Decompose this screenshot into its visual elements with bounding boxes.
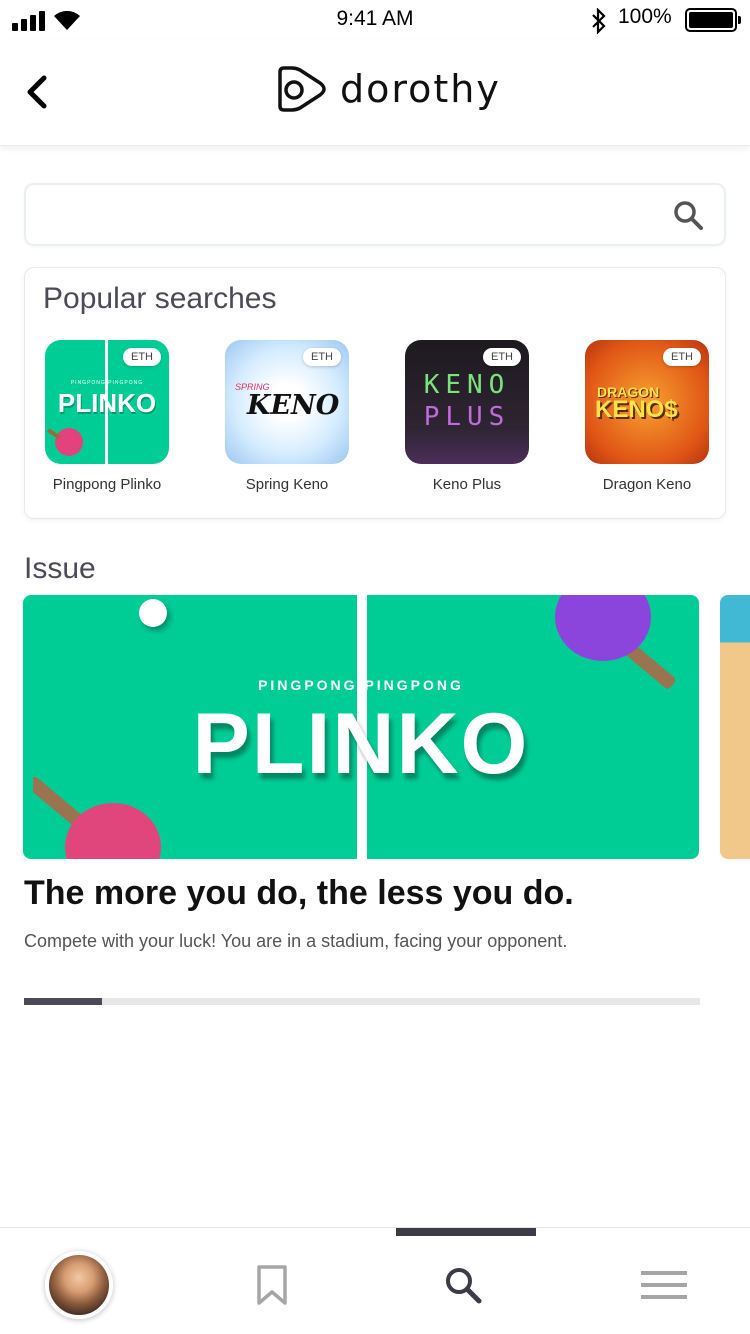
chevron-left-icon[interactable] (22, 72, 56, 112)
paddle-icon (47, 428, 83, 456)
game-item-spring-keno[interactable]: SPRING KENO ETH Spring Keno (225, 340, 349, 493)
tab-search[interactable] (428, 1250, 498, 1320)
thumbnail-title: PLINKO (57, 388, 157, 418)
battery-icon (685, 8, 741, 32)
eth-badge: ETH (123, 348, 161, 366)
bottom-tab-bar (0, 1227, 750, 1334)
brand-logo: dorothy (276, 62, 501, 116)
search-icon[interactable] (672, 199, 704, 231)
thumbnail-title: KENO (247, 390, 340, 421)
brand-name: dorothy (340, 67, 501, 111)
bluetooth-icon (592, 8, 606, 34)
next-issue-card[interactable] (720, 595, 750, 859)
active-tab-indicator (396, 1228, 536, 1236)
bookmark-icon[interactable] (255, 1264, 289, 1306)
thumbnail-line2: PLUS (423, 402, 511, 432)
play-logo-icon (278, 66, 326, 112)
app-header: dorothy (0, 40, 750, 146)
tab-profile[interactable] (44, 1250, 114, 1320)
game-item-dragon-keno[interactable]: DRAGON KENO$ ETH Dragon Keno (585, 340, 709, 493)
search-bar (24, 183, 726, 246)
popular-searches-title: Popular searches (43, 282, 277, 315)
issue-description: Compete with your luck! You are in a sta… (24, 931, 568, 951)
eth-badge: ETH (303, 348, 341, 366)
issue-headline: The more you do, the less you do. (24, 874, 574, 912)
tab-menu[interactable] (629, 1250, 699, 1320)
banner-subtitle: PINGPONG PINGPONG (258, 677, 464, 693)
game-label: Dragon Keno (602, 476, 692, 493)
battery-percent: 100% (618, 5, 672, 28)
thumbnail-line1: KENO (423, 370, 511, 400)
carousel-progress-fill (24, 998, 102, 1005)
game-thumbnail[interactable]: DRAGON KENO$ ETH (585, 340, 709, 464)
search-icon[interactable] (443, 1265, 483, 1305)
search-input[interactable] (42, 195, 662, 235)
ball-icon (139, 599, 167, 627)
banner-title: PLINKO (192, 696, 530, 792)
game-item-keno-plus[interactable]: KENO PLUS ETH Keno Plus (405, 340, 529, 493)
issue-section-title: Issue (24, 552, 96, 585)
thumbnail-line2: KENO$ (595, 396, 678, 423)
game-thumbnail[interactable]: KENO PLUS ETH (405, 340, 529, 464)
game-item-pingpong-plinko[interactable]: PINGPONG PINGPONG PLINKO ETH Pingpong Pl… (45, 340, 169, 493)
tab-bookmarks[interactable] (237, 1250, 307, 1320)
game-label: Keno Plus (432, 476, 502, 493)
avatar[interactable] (45, 1251, 113, 1319)
status-bar: 9:41 AM 100% (0, 0, 750, 40)
eth-badge: ETH (483, 348, 521, 366)
game-thumbnail[interactable]: SPRING KENO ETH (225, 340, 349, 464)
carousel-progress (24, 998, 700, 1005)
issue-banner[interactable]: PINGPONG PINGPONG PLINKO (23, 595, 699, 859)
menu-icon[interactable] (641, 1270, 687, 1300)
game-thumbnail[interactable]: PINGPONG PINGPONG PLINKO ETH (45, 340, 169, 464)
eth-badge: ETH (663, 348, 701, 366)
game-label: Pingpong Plinko (52, 476, 162, 493)
game-label: Spring Keno (245, 476, 329, 493)
popular-searches-card: Popular searches PINGPONG PINGPONG PLINK… (24, 267, 726, 519)
